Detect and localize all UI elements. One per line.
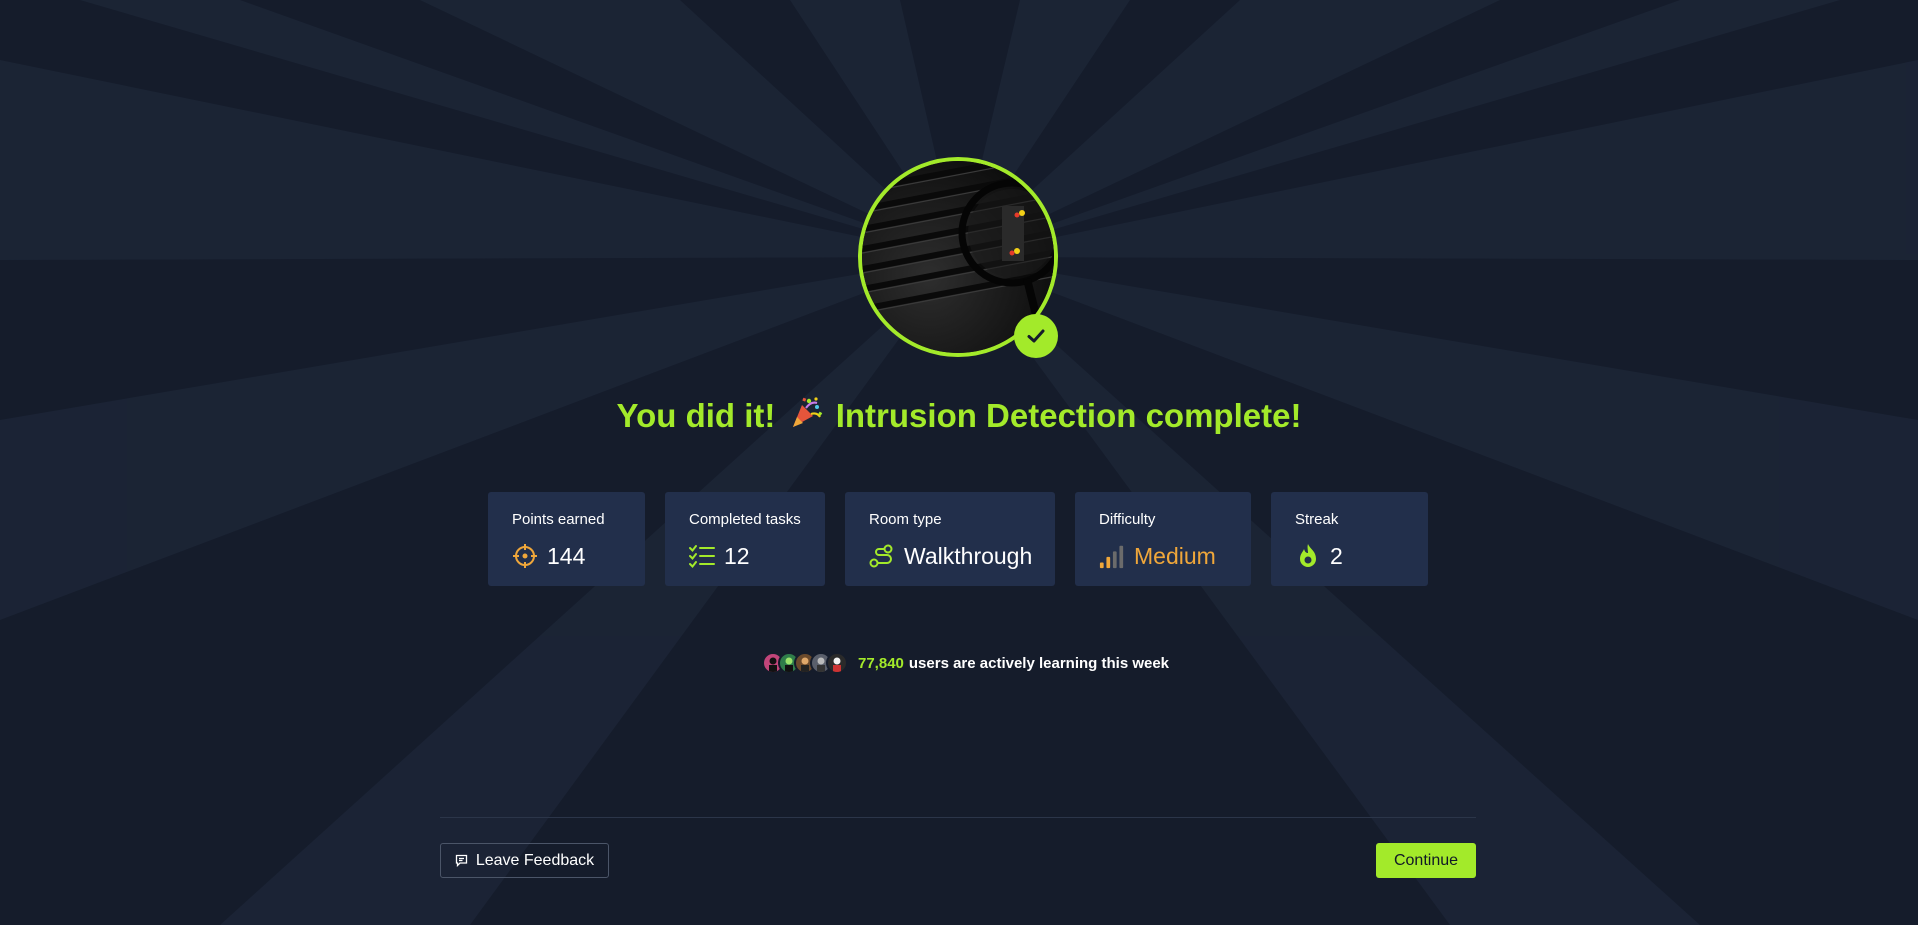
stat-value: 144 [547, 543, 586, 569]
stat-label: Completed tasks [689, 511, 801, 528]
avatar [826, 652, 848, 674]
leave-feedback-label: Leave Feedback [475, 851, 595, 869]
stat-difficulty: Difficulty Medium [1075, 492, 1251, 586]
stat-value: 12 [724, 543, 750, 569]
feedback-icon [455, 854, 468, 867]
footer-divider [440, 817, 1476, 818]
room-badge [858, 157, 1058, 358]
stat-value: Medium [1134, 543, 1216, 569]
active-learners: 77,840 users are actively learning this … [762, 650, 1169, 676]
stat-points-earned: Points earned 144 [488, 492, 645, 586]
stat-label: Streak [1295, 511, 1339, 528]
target-icon [512, 543, 538, 569]
stat-label: Difficulty [1099, 511, 1156, 528]
stat-label: Room type [869, 511, 942, 528]
stat-label: Points earned [512, 511, 605, 528]
route-icon [869, 543, 895, 569]
signal-bars-icon [1099, 543, 1125, 569]
stat-value: 2 [1330, 543, 1343, 569]
stat-streak: Streak 2 [1271, 492, 1428, 586]
checklist-icon [689, 543, 715, 569]
headline-prefix: You did it! [616, 397, 776, 434]
completion-headline: You did it! Intrusion Detection complete… [0, 392, 1918, 442]
stat-completed-tasks: Completed tasks 12 [665, 492, 825, 586]
flame-icon [1295, 543, 1321, 569]
party-popper-icon [789, 394, 823, 442]
avatar-stack [762, 652, 848, 674]
leave-feedback-button[interactable]: Leave Feedback [440, 843, 609, 878]
learners-text: users are actively learning this week [908, 654, 1170, 672]
completed-check-icon [1014, 314, 1058, 358]
stat-value: Walkthrough [904, 543, 1033, 569]
stat-room-type: Room type Walkthrough [845, 492, 1055, 586]
learners-count: 77,840 [858, 654, 904, 672]
continue-button[interactable]: Continue [1376, 843, 1476, 878]
headline-room-name: Intrusion Detection complete! [835, 397, 1302, 434]
